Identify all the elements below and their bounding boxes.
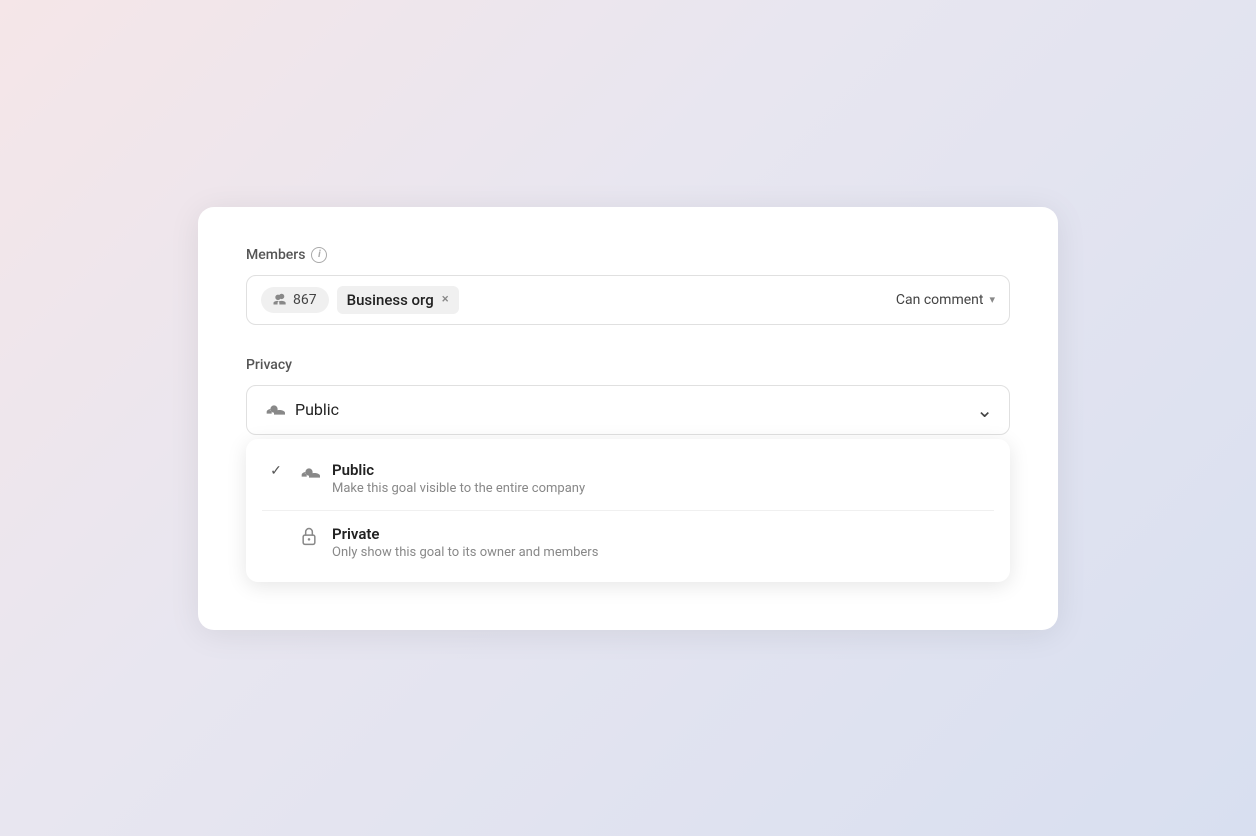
private-option-title: Private (332, 525, 990, 543)
privacy-dropdown-trigger[interactable]: Public ⌄ (246, 385, 1010, 435)
remove-org-button[interactable]: × (442, 293, 449, 306)
privacy-label-text: Privacy (246, 357, 292, 373)
members-label-text: Members (246, 247, 305, 263)
public-checkmark-area: ✓ (266, 461, 286, 479)
private-option-content: Private Only show this goal to its owner… (332, 525, 990, 560)
public-option-content: Public Make this goal visible to the ent… (332, 461, 990, 496)
privacy-section: Privacy Public ⌄ ✓ Publ (246, 357, 1010, 582)
public-check-icon: ✓ (270, 463, 282, 479)
privacy-option-public[interactable]: ✓ Public Make this goal visible to the e… (246, 447, 1010, 510)
private-checkmark-area (266, 525, 286, 527)
privacy-section-label: Privacy (246, 357, 1010, 373)
privacy-dropdown-panel: ✓ Public Make this goal visible to the e… (246, 439, 1010, 582)
people-icon (269, 291, 287, 309)
public-option-icon (298, 461, 320, 484)
members-input-row: 867 Business org × Can comment ▾ (246, 275, 1010, 325)
members-info-icon: i (311, 247, 327, 263)
public-option-title: Public (332, 461, 990, 479)
member-count-pill: 867 (261, 287, 329, 313)
privacy-people-icon (263, 399, 285, 421)
org-name: Business org (347, 291, 434, 309)
org-tag[interactable]: Business org × (337, 286, 459, 314)
modal-card: Members i 867 Business org × Can comment… (198, 207, 1058, 630)
permission-selector[interactable]: Can comment ▾ (896, 292, 995, 308)
private-option-icon (298, 525, 320, 546)
member-count: 867 (293, 292, 317, 308)
private-option-desc: Only show this goal to its owner and mem… (332, 545, 990, 560)
permission-label: Can comment (896, 292, 984, 308)
privacy-option-private[interactable]: Private Only show this goal to its owner… (246, 511, 1010, 574)
public-option-desc: Make this goal visible to the entire com… (332, 481, 990, 496)
permission-chevron-icon: ▾ (989, 293, 995, 306)
members-section-label: Members i (246, 247, 1010, 263)
privacy-selected-value: Public (295, 400, 976, 419)
privacy-chevron-down-icon: ⌄ (976, 398, 993, 422)
